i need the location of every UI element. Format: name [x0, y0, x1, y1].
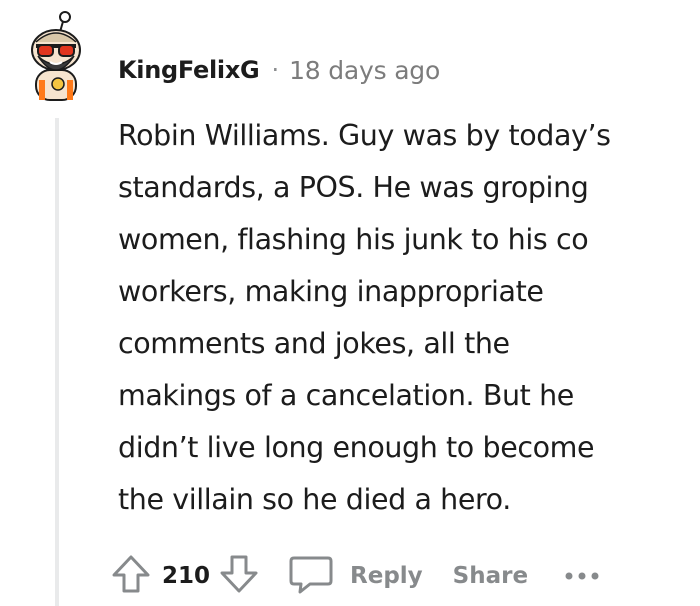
separator-dot: ·	[271, 56, 280, 84]
comment-line: makings of a cancelation. But he	[118, 379, 574, 412]
comment-line: workers, making inappropriate	[118, 275, 544, 308]
comment-line: Robin Williams. Guy was by today’s	[118, 119, 611, 152]
comment-line: didn’t live long enough to become	[118, 431, 595, 464]
share-button[interactable]: Share	[453, 563, 528, 589]
downvote-icon[interactable]	[218, 553, 260, 599]
username-link[interactable]: KingFelixG	[118, 56, 260, 84]
upvote-icon[interactable]	[110, 553, 152, 599]
comment-line: the villain so he died a hero.	[118, 483, 511, 516]
avatar[interactable]	[20, 10, 92, 102]
reply-label: Reply	[350, 563, 423, 589]
speech-bubble-icon	[288, 553, 334, 599]
snoo-avatar-icon	[31, 11, 81, 101]
comment-header: KingFelixG · 18 days ago	[118, 50, 440, 90]
timestamp[interactable]: 18 days ago	[289, 56, 440, 85]
comment-body: Robin Williams. Guy was by today’s stand…	[118, 110, 688, 526]
comment-actions: 210 Reply Share	[110, 548, 600, 604]
comment-line: comments and jokes, all the	[118, 327, 510, 360]
comment-line: standards, a POS. He was groping	[118, 171, 589, 204]
vote-count: 210	[162, 563, 211, 589]
thread-line[interactable]	[55, 118, 59, 606]
comment-line: women, flashing his junk to his co	[118, 223, 589, 256]
reply-button[interactable]: Reply	[288, 553, 423, 599]
more-options-icon[interactable]	[564, 567, 600, 586]
